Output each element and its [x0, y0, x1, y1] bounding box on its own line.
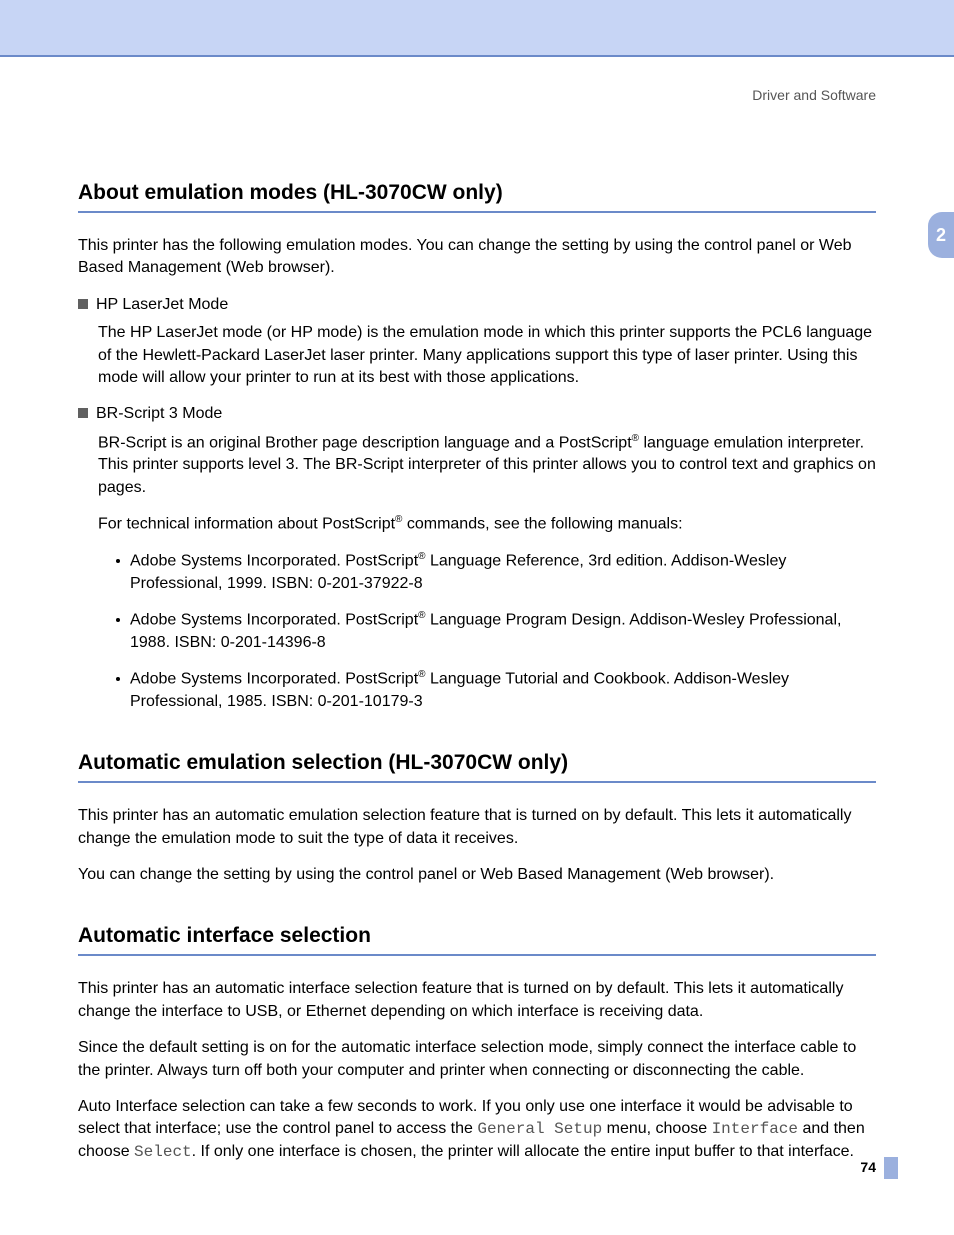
bullet-hp-mode: HP LaserJet Mode	[78, 294, 876, 316]
reference-text: Adobe Systems Incorporated. PostScript® …	[130, 550, 876, 595]
section3-p3: Auto Interface selection can take a few …	[78, 1096, 876, 1163]
text-fragment: Adobe Systems Incorporated. PostScript	[130, 611, 418, 628]
brscript-body: BR-Script is an original Brother page de…	[98, 432, 876, 500]
list-item: Adobe Systems Incorporated. PostScript® …	[116, 550, 876, 595]
top-bar	[0, 0, 954, 57]
text-fragment: For technical information about PostScri…	[98, 516, 395, 533]
section-title-auto-interface: Automatic interface selection 2	[78, 924, 876, 956]
dot-bullet-icon	[116, 559, 120, 563]
section3-p1: This printer has an automatic interface …	[78, 978, 876, 1023]
reference-text: Adobe Systems Incorporated. PostScript® …	[130, 668, 876, 713]
bullet-brscript-mode: BR-Script 3 Mode	[78, 403, 876, 425]
bullet-label: HP LaserJet Mode	[96, 294, 228, 316]
section1-intro: This printer has the following emulation…	[78, 235, 876, 280]
text-fragment: commands, see the following manuals:	[402, 516, 682, 533]
page-number: 74	[860, 1159, 876, 1175]
heading-subnum: 2	[866, 927, 876, 948]
text-fragment: menu, choose	[602, 1120, 711, 1137]
text-fragment: Adobe Systems Incorporated. PostScript	[130, 552, 418, 569]
square-bullet-icon	[78, 299, 88, 309]
page-content: About emulation modes (HL-3070CW only) 2…	[0, 103, 954, 1163]
section3-p2: Since the default setting is on for the …	[78, 1037, 876, 1082]
registered-mark: ®	[418, 669, 425, 680]
registered-mark: ®	[418, 610, 425, 621]
text-fragment: BR-Script is an original Brother page de…	[98, 434, 632, 451]
reference-list: Adobe Systems Incorporated. PostScript® …	[116, 550, 876, 713]
menu-path-select: Select	[134, 1143, 192, 1161]
square-bullet-icon	[78, 408, 88, 418]
chapter-tab: 2	[928, 212, 954, 258]
section-title-emulation-modes: About emulation modes (HL-3070CW only) 2	[78, 181, 876, 213]
text-fragment: . If only one interface is chosen, the p…	[192, 1143, 854, 1160]
page-number-bar	[884, 1157, 898, 1179]
hp-mode-body: The HP LaserJet mode (or HP mode) is the…	[98, 322, 876, 389]
registered-mark: ®	[418, 551, 425, 562]
reference-text: Adobe Systems Incorporated. PostScript® …	[130, 609, 876, 654]
registered-mark: ®	[632, 433, 639, 444]
heading-text: Automatic interface selection	[78, 924, 371, 947]
section-title-auto-emulation: Automatic emulation selection (HL-3070CW…	[78, 751, 876, 783]
section2-p1: This printer has an automatic emulation …	[78, 805, 876, 850]
brscript-tech: For technical information about PostScri…	[98, 513, 876, 536]
heading-subnum: 2	[866, 184, 876, 205]
heading-subnum: 2	[866, 754, 876, 775]
running-header: Driver and Software	[0, 57, 954, 103]
heading-text: Automatic emulation selection (HL-3070CW…	[78, 751, 568, 774]
menu-path-interface: Interface	[712, 1120, 798, 1138]
list-item: Adobe Systems Incorporated. PostScript® …	[116, 668, 876, 713]
bullet-label: BR-Script 3 Mode	[96, 403, 222, 425]
text-fragment: Adobe Systems Incorporated. PostScript	[130, 671, 418, 688]
menu-path-general-setup: General Setup	[477, 1120, 602, 1138]
heading-text: About emulation modes (HL-3070CW only)	[78, 181, 503, 204]
section2-p2: You can change the setting by using the …	[78, 864, 876, 886]
list-item: Adobe Systems Incorporated. PostScript® …	[116, 609, 876, 654]
dot-bullet-icon	[116, 677, 120, 681]
dot-bullet-icon	[116, 618, 120, 622]
